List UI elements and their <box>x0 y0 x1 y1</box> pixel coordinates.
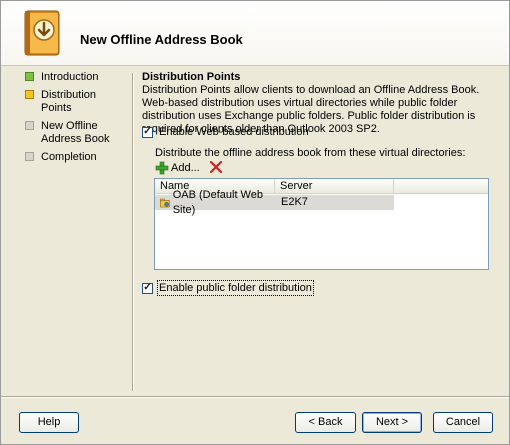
wizard-window: New Offline Address Book Introduction Di… <box>0 0 510 445</box>
vertical-divider <box>132 73 134 391</box>
virtual-directory-list[interactable]: Name Server OAB (Default Web Site) E2K7 <box>154 178 489 270</box>
step-current-icon <box>25 90 34 99</box>
checkmark-icon: ✓ <box>143 126 152 137</box>
next-button[interactable]: Next > <box>362 412 422 433</box>
wizard-steps: Introduction Distribution Points New Off… <box>25 71 129 169</box>
step-label: Distribution Points <box>41 89 97 114</box>
step-pending-icon <box>25 121 34 130</box>
checkbox-box[interactable]: ✓ <box>142 126 153 138</box>
table-row[interactable]: OAB (Default Web Site) E2K7 <box>155 189 394 216</box>
remove-x-icon <box>209 160 222 174</box>
step-new-offline-address-book: New Offline Address Book <box>25 120 129 146</box>
step-pending-icon <box>25 152 34 161</box>
add-label: Add... <box>171 162 200 174</box>
step-label: Completion <box>41 151 97 163</box>
step-label: Introduction <box>41 71 99 83</box>
footer-divider <box>1 396 509 398</box>
step-done-icon <box>25 72 34 81</box>
add-button[interactable]: Add... <box>155 161 200 175</box>
step-completion: Completion <box>25 151 129 164</box>
cell-name: OAB (Default Web Site) <box>155 189 275 216</box>
step-distribution-points: Distribution Points <box>25 89 129 115</box>
web-distribution-checkbox[interactable]: ✓ Enable Web-based distribution <box>142 126 309 138</box>
vdir-toolbar: Add... <box>155 160 222 176</box>
row-name: OAB (Default Web Site) <box>172 188 263 216</box>
public-folder-checkbox[interactable]: ✓ Enable public folder distribution <box>142 280 314 296</box>
column-header-filler <box>394 179 488 193</box>
section-title: Distribution Points <box>142 71 241 83</box>
virtual-directory-icon <box>160 198 170 207</box>
public-folder-label: Enable public folder distribution <box>157 280 314 296</box>
step-introduction: Introduction <box>25 71 129 84</box>
step-label: New Offline Address Book <box>41 120 110 145</box>
cancel-button[interactable]: Cancel <box>433 412 493 433</box>
column-header-server[interactable]: Server <box>275 179 394 193</box>
remove-button[interactable] <box>209 160 222 175</box>
back-button[interactable]: < Back <box>295 412 356 433</box>
offline-address-book-icon <box>24 10 60 56</box>
checkmark-icon: ✓ <box>143 282 152 293</box>
checkbox-box[interactable]: ✓ <box>142 282 153 294</box>
wizard-title: New Offline Address Book <box>80 32 243 47</box>
add-plus-icon <box>155 161 169 175</box>
vdir-label: Distribute the offline address book from… <box>155 147 466 159</box>
wizard-header: New Offline Address Book <box>1 1 509 66</box>
web-distribution-label: Enable Web-based distribution <box>159 126 309 138</box>
cell-server: E2K7 <box>281 196 308 208</box>
help-button[interactable]: Help <box>19 412 79 433</box>
